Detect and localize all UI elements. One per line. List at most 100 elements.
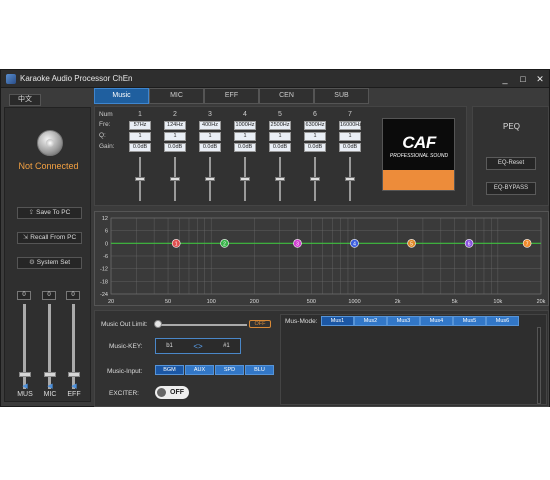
exciter-state: OFF [170,389,184,396]
band-7-frequency-field[interactable]: 16000Hz [339,121,362,130]
input-bgm-button[interactable]: BGM [155,365,184,375]
band-2-gain-thumb[interactable] [170,177,180,181]
band-5-frequency-field[interactable]: 2500Hz [269,121,291,130]
key-up-button[interactable]: #1 [223,343,230,349]
band-2-gain-field[interactable]: 0.0dB [164,143,186,152]
band-5-gain-thumb[interactable] [275,177,285,181]
band-3-frequency-field[interactable]: 400Hz [199,121,221,130]
save-icon: ⇪ [28,209,35,216]
recall-from-pc-button[interactable]: ⇲ Recall From PC [17,232,82,244]
app-window: Karaoke Audio Processor ChEn _ □ ✕ 中文 Mu… [0,69,550,407]
mus-mode-3-button[interactable]: Mus3 [387,316,420,326]
band-3-gain-field[interactable]: 0.0dB [199,143,221,152]
save-to-pc-button[interactable]: ⇪ Save To PC [17,207,82,219]
logo-orange-bar [383,170,454,190]
band-4-number: 4 [243,111,247,118]
music-out-limit-toggle[interactable]: OFF [249,320,271,328]
minimize-button[interactable]: _ [498,72,512,86]
mus-mode-6-button[interactable]: Mus6 [486,316,519,326]
input-spd-button[interactable]: SPD [215,365,244,375]
tab-eff[interactable]: EFF [204,88,259,104]
connection-status: Not Connected [18,161,79,171]
band-5-q-field[interactable]: 1 [269,132,291,141]
mus-mode-scrollbar[interactable] [537,327,541,404]
band-3-gain-thumb[interactable] [205,177,215,181]
mic-speaker-icon[interactable]: ◀ [45,382,55,390]
title-bar: Karaoke Audio Processor ChEn _ □ ✕ [1,70,549,88]
band-5-gain-field[interactable]: 0.0dB [269,143,291,152]
recall-label: Recall From PC [30,234,77,241]
band-3-q-field[interactable]: 1 [199,132,221,141]
band-4-gain-field[interactable]: 0.0dB [234,143,256,152]
left-panel: Not Connected ⇪ Save To PC ⇲ Recall From P… [4,107,91,402]
band-7-gain-field[interactable]: 0.0dB [339,143,361,152]
band-6-q-field[interactable]: 1 [304,132,326,141]
mus-mode-5-button[interactable]: Mus5 [453,316,486,326]
y-tick-label: 6 [105,229,108,235]
band-4-q-field[interactable]: 1 [234,132,256,141]
x-tick-label: 2k [395,299,401,305]
mus-mode-1-button[interactable]: Mus1 [321,316,354,326]
exciter-label: EXCITER: [109,390,139,397]
eq-node-label-3: 3 [296,241,299,247]
band-6-gain-thumb[interactable] [310,177,320,181]
input-aux-button[interactable]: AUX [185,365,214,375]
mus-mode-4-button[interactable]: Mus4 [420,316,453,326]
mus-fader-thumb[interactable] [19,372,31,377]
exciter-toggle[interactable]: OFF [155,386,189,399]
eq-node-label-5: 5 [410,241,413,247]
close-button[interactable]: ✕ [533,72,547,86]
band-4-frequency-field[interactable]: 1000Hz [234,121,256,130]
eq-graph-svg[interactable]: 1260-6-12-18-2420 50 100 200 500 1000 2k 5k 10k 2… [95,212,550,307]
mus-speaker-icon[interactable]: ◀ [20,382,30,390]
band-6-gain-field[interactable]: 0.0dB [304,143,326,152]
music-out-limit-label: Music Out Limit: [101,321,148,328]
tab-cen[interactable]: CEN [259,88,314,104]
key-down-button[interactable]: b1 [166,343,173,349]
band-2-frequency-field[interactable]: 124Hz [164,121,186,130]
system-set-button[interactable]: ⚙ System Set [17,257,82,269]
y-tick-label: -18 [100,279,108,285]
input-blu-button[interactable]: BLU [245,365,274,375]
band-1-q-field[interactable]: 1 [129,132,151,141]
eq-node-label-4: 4 [353,241,356,247]
language-button[interactable]: 中文 [9,94,41,106]
y-tick-label: -24 [100,292,108,298]
system-label: System Set [36,259,71,266]
eff-fader-thumb[interactable] [68,372,80,377]
peq-title: PEQ [503,122,520,131]
music-out-limit-slider[interactable] [157,324,247,326]
band-3-number: 3 [208,111,212,118]
band-7-q-field[interactable]: 1 [339,132,361,141]
mus-mode-2-button[interactable]: Mus2 [354,316,387,326]
y-tick-label: 0 [105,241,108,247]
music-key-label: Music-KEY: [109,343,143,350]
x-tick-label: 20k [537,299,546,305]
eff-speaker-icon[interactable]: ◀ [69,382,79,390]
eq-reset-button[interactable]: EQ-Reset [486,157,536,170]
band-7-number: 7 [348,111,352,118]
band-7-gain-thumb[interactable] [345,177,355,181]
band-1-gain-field[interactable]: 0.0dB [129,143,151,152]
eq-response-graph[interactable]: 12 6 0 -6 -12 -18 -24 20 50 100 200 500 1000 2k 5k 10k 2… [94,211,549,306]
band-1-gain-thumb[interactable] [135,177,145,181]
window-title: Karaoke Audio Processor ChEn [20,74,133,83]
key-reset-button[interactable]: <> [193,342,202,351]
eq-node-label-2: 2 [223,241,226,247]
band-4-gain-thumb[interactable] [240,177,250,181]
maximize-button[interactable]: □ [516,72,530,86]
music-out-limit-thumb[interactable] [154,320,162,328]
x-tick-label: 500 [307,299,316,305]
band-2-q-field[interactable]: 1 [164,132,186,141]
x-tick-label: 5k [452,299,458,305]
band-6-frequency-field[interactable]: 6300Hz [304,121,326,130]
mus-label: MUS [17,391,33,398]
x-tick-label: 100 [207,299,216,305]
mus-level-value: 0 [17,291,31,300]
eq-bypass-button[interactable]: EQ-BYPASS [486,182,536,195]
band-1-frequency-field[interactable]: 57Hz [129,121,151,130]
tab-sub[interactable]: SUB [314,88,369,104]
mic-fader-thumb[interactable] [44,372,56,377]
tab-mic[interactable]: MIC [149,88,204,104]
tab-music[interactable]: Music [94,88,149,104]
